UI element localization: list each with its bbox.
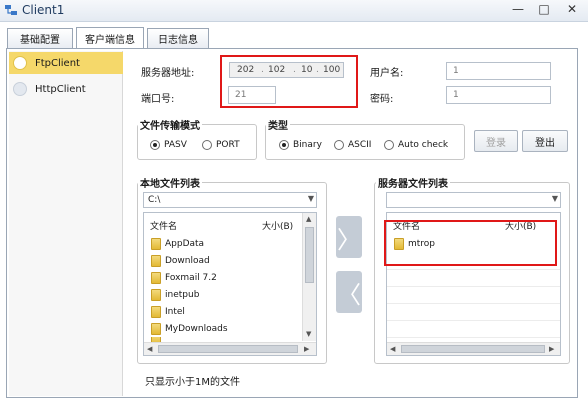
file-name: Download [165,255,210,266]
local-path-value: C:\ [148,195,161,205]
folder-icon [151,288,161,301]
file-name: AppData [165,238,205,249]
local-hscrollbar[interactable]: ◀ ▶ [144,342,316,355]
radio-auto-check[interactable]: Auto check [384,140,448,150]
username-input[interactable]: 1 [446,62,551,80]
radio-pasv-label: PASV [164,140,187,150]
download-button[interactable]: 〈 [336,271,362,313]
ftpclient-icon [13,56,27,70]
port-label: 端口号: [141,94,175,105]
scroll-down-icon[interactable]: ▼ [306,330,311,338]
grid-line [387,337,560,338]
radio-auto-check-circle [384,140,394,150]
list-item[interactable]: Download [151,252,210,269]
grid-line [387,269,560,270]
list-item[interactable]: Foxmail 7.2 [151,269,217,286]
tab-client-info[interactable]: 客户端信息 [76,27,144,49]
httpclient-icon [13,82,27,96]
title-bar: Client1 — □ ✕ [0,0,588,22]
list-item-httpclient[interactable]: HttpClient [9,78,123,100]
file-name: MyDownloads [165,323,228,334]
scroll-left-icon[interactable]: ◀ [147,345,152,353]
grid-line [387,320,560,321]
folder-icon [151,237,161,250]
chevron-left-icon: 〈 [337,280,361,309]
ftpclient-label: FtpClient [35,57,80,69]
chevron-down-icon[interactable]: ▼ [308,194,314,203]
chevron-down-icon[interactable]: ▼ [552,194,558,203]
list-item[interactable]: inetpub [151,286,199,303]
radio-binary-label: Binary [293,140,322,150]
local-col-size: 大小(B) [262,222,294,232]
scroll-right-icon[interactable]: ▶ [549,345,554,353]
folder-icon [151,271,161,284]
tab-log-info[interactable]: 日志信息 [147,28,209,48]
tab-basic-config[interactable]: 基础配置 [7,28,73,48]
local-files-title: 本地文件列表 [138,175,202,190]
transfer-mode-title: 文件传输模式 [138,117,202,132]
radio-binary[interactable]: Binary [279,140,322,150]
scroll-thumb[interactable] [305,227,314,283]
radio-binary-circle [279,140,289,150]
scroll-left-icon[interactable]: ◀ [390,345,395,353]
close-button[interactable]: ✕ [558,0,586,18]
list-item[interactable]: AppData [151,235,204,252]
radio-ascii[interactable]: ASCII [334,140,371,150]
scroll-up-icon[interactable]: ▲ [306,215,311,223]
server-hscrollbar[interactable]: ◀ ▶ [387,342,560,355]
local-path-select[interactable]: C:\ ▼ [143,192,317,208]
radio-ascii-label: ASCII [348,140,372,150]
list-item[interactable]: Intel [151,303,185,320]
maximize-button[interactable]: □ [532,0,556,18]
highlight-box-server-files [384,220,557,266]
list-item[interactable]: MyDownloads [151,320,228,337]
folder-icon [151,322,161,335]
scroll-right-icon[interactable]: ▶ [304,345,309,353]
server-address-label: 服务器地址: [141,68,195,79]
grid-line [387,286,560,287]
client-type-list: FtpClient HttpClient [9,51,123,396]
local-file-list[interactable]: 文件名 大小(B) AppData Download Foxmail 7.2 i… [143,212,317,356]
highlight-box-server [220,55,358,108]
httpclient-label: HttpClient [35,83,86,95]
upload-button[interactable]: 〉 [336,216,362,258]
local-col-name: 文件名 [150,222,178,232]
server-path-select[interactable]: ▼ [386,192,561,208]
folder-icon [151,254,161,267]
radio-auto-check-label: Auto check [398,140,449,150]
scroll-thumb[interactable] [401,345,545,353]
username-label: 用户名: [370,68,404,79]
file-size-note: 只显示小于1M的文件 [145,377,240,388]
password-label: 密码: [370,94,394,105]
password-input[interactable]: 1 [446,86,551,104]
folder-icon [151,305,161,318]
radio-port[interactable]: PORT [202,140,240,150]
grid-line [387,303,560,304]
radio-port-circle [202,140,212,150]
radio-pasv-circle [150,140,160,150]
file-name: inetpub [165,289,200,300]
window-title: Client1 [22,3,65,17]
scroll-thumb[interactable] [158,345,298,353]
file-name: Foxmail 7.2 [165,272,217,283]
local-vscrollbar[interactable]: ▲ ▼ [302,213,316,341]
chevron-right-icon: 〉 [337,225,361,254]
radio-pasv[interactable]: PASV [150,140,187,150]
login-button[interactable]: 登录 [474,130,518,152]
logout-button[interactable]: 登出 [522,130,568,152]
list-item-ftpclient[interactable]: FtpClient [9,52,123,74]
radio-port-label: PORT [216,140,240,150]
minimize-button[interactable]: — [506,0,530,18]
type-title: 类型 [266,117,290,132]
server-files-title: 服务器文件列表 [376,175,450,190]
file-name: Intel [165,306,185,317]
app-icon [5,5,17,15]
radio-ascii-circle [334,140,344,150]
